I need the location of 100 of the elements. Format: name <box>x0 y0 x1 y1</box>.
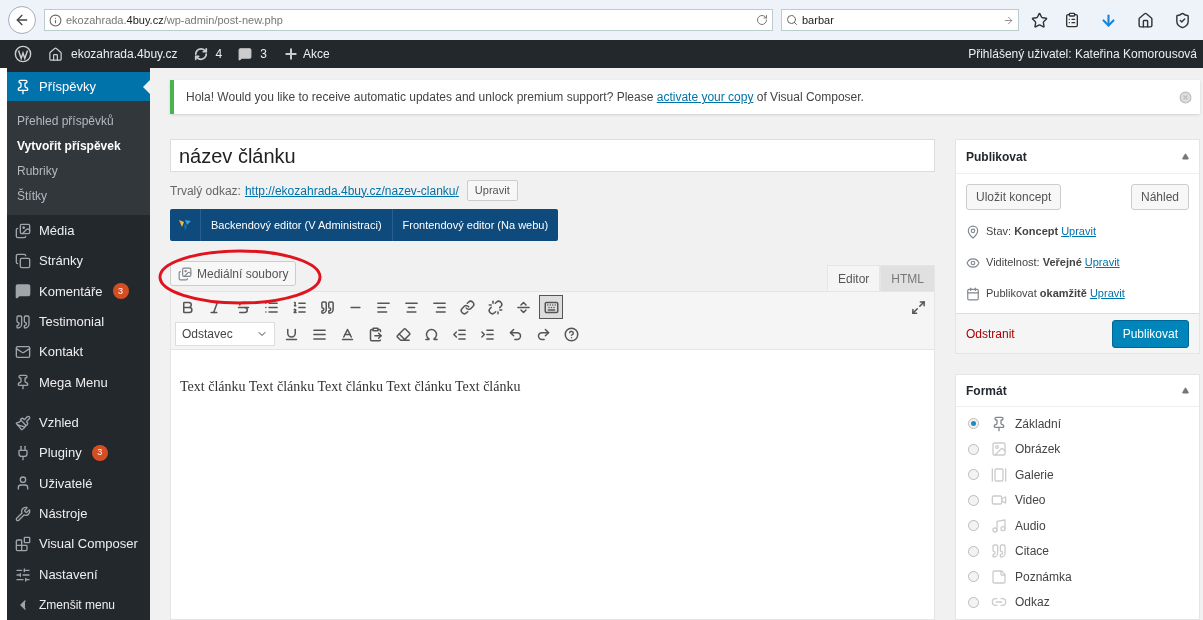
publish-button[interactable]: Publikovat <box>1111 319 1189 348</box>
sidebar-item[interactable]: Testimonial <box>7 306 150 337</box>
wrench-icon <box>15 505 31 522</box>
status-text: Stav: Koncept <box>986 224 1059 240</box>
address-bar[interactable]: ekozahrada.4buy.cz/wp-admin/post-new.php <box>44 9 773 31</box>
sidebar-item[interactable]: Uživatelé <box>7 468 150 499</box>
comment-icon <box>15 283 31 300</box>
user-greeting[interactable]: Přihlášený uživatel: Kateřina Komorousová <box>968 45 1197 63</box>
format-label[interactable]: Citace <box>1015 542 1049 561</box>
edit-button[interactable]: Upravit <box>466 180 518 201</box>
calendar-icon <box>966 286 980 301</box>
count-badge: 3 <box>91 445 108 462</box>
url-text: ekozahrada.4buy.cz/wp-admin/post-new.php <box>66 12 284 28</box>
radio-button[interactable] <box>968 443 979 455</box>
editor-area[interactable]: Text článku Text článku Text článku Text článku Text článku <box>170 350 935 620</box>
permalink-label: Trvalý odkaz: <box>170 182 241 200</box>
submenu-item[interactable]: Štítky <box>7 183 150 209</box>
activate-link[interactable]: activate your copy <box>656 90 754 104</box>
editor-tab[interactable]: Editor <box>826 265 881 291</box>
sliders-icon <box>15 566 31 583</box>
pages-icon <box>15 252 31 269</box>
search-icon <box>786 14 798 26</box>
music-note-icon <box>991 517 1007 534</box>
status-text: Publikovat okamžitě <box>986 286 1087 302</box>
submenu-item[interactable]: Přehled příspěvků <box>7 108 150 134</box>
collapse-icon[interactable] <box>1182 153 1189 160</box>
submenu-item[interactable]: Rubriky <box>7 158 150 184</box>
editor-mode-button[interactable]: Backendový editor (V Administraci) <box>200 209 392 241</box>
pin-icon <box>991 415 1007 432</box>
format-label[interactable]: Základní <box>1015 414 1062 433</box>
home-icon[interactable] <box>1137 11 1154 29</box>
collapse-icon[interactable] <box>1182 387 1189 394</box>
format-label[interactable]: Odkaz <box>1015 593 1050 612</box>
radio-button[interactable] <box>968 596 979 608</box>
pocket-icon[interactable] <box>1174 11 1191 29</box>
search-value: barbar <box>802 12 835 28</box>
preview-button[interactable]: Náhled <box>1130 184 1189 210</box>
pin-icon <box>15 374 31 391</box>
sidebar-item[interactable]: Visual Composer <box>7 528 150 560</box>
updates-count[interactable]: 4 <box>215 45 223 63</box>
brush-icon <box>15 414 31 431</box>
sidebar-item[interactable]: Mega Menu <box>7 367 150 398</box>
sidebar-item[interactable]: Nástroje <box>7 498 150 529</box>
format-label[interactable]: Audio <box>1015 516 1046 535</box>
status-text: Viditelnost: Veřejné <box>986 255 1082 271</box>
sidebar-item[interactable]: Vzhled <box>7 407 150 438</box>
sidebar-item[interactable]: Pluginy 3 <box>7 437 150 469</box>
go-icon <box>1003 14 1014 26</box>
user-icon <box>15 475 31 492</box>
quote-icon <box>15 313 31 330</box>
add-media-button[interactable]: Mediální soubory <box>170 261 297 286</box>
sidebar-item[interactable]: Zmenšit menu <box>7 589 150 620</box>
panel-title: Formát <box>966 382 1007 400</box>
count-badge: 3 <box>112 283 129 300</box>
radio-button[interactable] <box>968 545 979 557</box>
edit-link[interactable]: Upravit <box>1084 254 1120 271</box>
eye-icon <box>966 255 980 270</box>
updates-icon <box>193 47 208 61</box>
notice-text: Hola! Would you like to receive automatic updates and unlock premium support? Please activate your copy of Visual Composer. <box>186 89 864 106</box>
editor-mode-button[interactable]: Frontendový editor (Na webu) <box>391 209 559 241</box>
radio-button[interactable] <box>968 418 979 430</box>
permalink-link[interactable]: http://ekozahrada.4buy.cz/nazev-clanku/ <box>244 181 459 200</box>
format-select[interactable]: Odstavec <box>175 322 275 346</box>
editor-tab[interactable]: HTML <box>880 265 935 291</box>
builder-logo-icon <box>178 218 192 232</box>
title-field[interactable]: název článku <box>170 139 935 172</box>
format-label[interactable]: Obrázek <box>1015 440 1061 459</box>
format-label[interactable]: Galerie <box>1015 465 1054 484</box>
save-draft-button[interactable]: Uložit koncept <box>966 184 1062 210</box>
toolbar-toggle-icon[interactable] <box>539 295 563 319</box>
format-label[interactable]: Poznámka <box>1015 567 1072 586</box>
comments-count[interactable]: 3 <box>260 45 267 63</box>
radio-button[interactable] <box>968 494 979 506</box>
sidebar-item[interactable]: Nastavení <box>7 559 150 590</box>
radio-button[interactable] <box>968 520 979 532</box>
radio-button[interactable] <box>968 469 979 481</box>
sidebar-item[interactable]: Média <box>7 215 150 246</box>
sidebar-item[interactable]: Komentáře 3 <box>7 276 150 307</box>
edit-link[interactable]: Upravit <box>1089 285 1125 302</box>
panel-title: Publikovat <box>966 148 1027 166</box>
home-icon <box>48 46 63 62</box>
image-icon <box>991 441 1007 458</box>
format-label[interactable]: Video <box>1015 491 1046 510</box>
edit-link[interactable]: Upravit <box>1061 223 1096 240</box>
site-link[interactable]: ekozahrada.4buy.cz <box>71 45 178 63</box>
new-link[interactable]: Akce <box>302 45 330 63</box>
reading-list-icon[interactable] <box>1064 12 1080 28</box>
pin-icon <box>966 224 980 239</box>
sidebar-item[interactable]: Příspěvky <box>7 72 150 102</box>
download-icon[interactable] <box>1100 11 1117 29</box>
submenu-item[interactable]: Vytvořit příspěvek <box>7 133 150 159</box>
sidebar-item[interactable]: Kontakt <box>7 336 150 368</box>
delete-link[interactable]: Odstranit <box>966 324 1015 343</box>
search-field[interactable]: barbar <box>781 9 1019 31</box>
back-arrow-icon <box>14 12 30 28</box>
sidebar-item[interactable]: Stránky <box>7 245 150 277</box>
star-icon[interactable] <box>1031 11 1048 29</box>
back-button[interactable] <box>8 6 36 34</box>
envelope-icon <box>15 344 31 360</box>
radio-button[interactable] <box>968 571 979 583</box>
